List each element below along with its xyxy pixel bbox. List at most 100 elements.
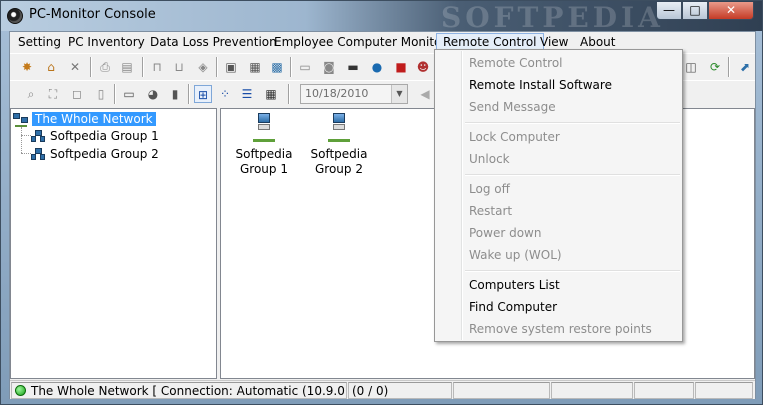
settings-icon[interactable]: ◫ [682, 58, 700, 76]
page-icon[interactable]: ▯ [92, 85, 110, 103]
refresh-icon[interactable]: ⟳ [706, 58, 724, 76]
close-button[interactable]: ✕ [708, 2, 754, 20]
tree-root[interactable]: The Whole Network [13, 111, 157, 128]
tree-item-label: Softpedia Group 1 [50, 129, 159, 143]
window-icon[interactable]: ▭ [296, 58, 314, 76]
tree-item-label: Softpedia Group 2 [50, 147, 159, 161]
zoom-icon[interactable]: ⌕ [22, 85, 40, 103]
monitor-icon[interactable]: ▩ [268, 58, 286, 76]
print-preview-icon[interactable]: ▤ [118, 58, 136, 76]
lock-icon[interactable]: ⊓ [148, 58, 166, 76]
menu-pc-inventory[interactable]: PC Inventory [62, 33, 151, 51]
add-computer-icon[interactable]: ⌂ [42, 58, 60, 76]
computer-group-icon[interactable]: ▣ [222, 58, 240, 76]
screen-icon[interactable]: ▬ [344, 58, 362, 76]
watermark: SOFTPEDIA [441, 1, 664, 34]
menu-item-restart[interactable]: Restart [437, 200, 681, 222]
toolbar-separator [90, 57, 92, 77]
group-label-line1: Softpedia [310, 147, 368, 161]
menu-item-unlock[interactable]: Unlock [437, 148, 681, 170]
toolbar-separator [288, 84, 290, 104]
menu-data-loss-prevention[interactable]: Data Loss Prevention [144, 33, 283, 51]
group-label-line2: Group 2 [315, 162, 363, 176]
menu-separator [465, 122, 680, 124]
computers-icon[interactable]: ▦ [246, 58, 264, 76]
minimize-button[interactable]: — [656, 2, 682, 20]
chevron-down-icon[interactable]: ▼ [391, 85, 407, 103]
menu-item-lock-computer[interactable]: Lock Computer [437, 126, 681, 148]
menu-item-log-off[interactable]: Log off [437, 178, 681, 200]
status-bar: The Whole Network [ Connection: Automati… [10, 380, 755, 399]
details-view-icon[interactable]: ▦ [262, 85, 280, 103]
network-tree[interactable]: The Whole Network Softpedia Group 1 Soft… [10, 108, 217, 379]
tree-connector [21, 127, 22, 153]
policy-icon[interactable]: ◈ [194, 58, 212, 76]
status-count: (0 / 0) [348, 382, 452, 399]
toolbar-separator [216, 57, 218, 77]
user-icon[interactable]: ☻ [414, 58, 432, 76]
app-logo-icon [7, 8, 23, 24]
toolbar-separator [114, 84, 116, 104]
computer-group-icon [249, 113, 279, 143]
date-picker[interactable]: 10/18/2010 ▼ [300, 84, 408, 104]
toolbar-separator [142, 57, 144, 77]
scan-network-icon[interactable]: ✸ [18, 58, 36, 76]
tree-item-group-2[interactable]: Softpedia Group 2 [31, 146, 159, 163]
menu-employee-computer-monitor[interactable]: Employee Computer Monitor [268, 33, 452, 51]
menu-item-power-down[interactable]: Power down [437, 222, 681, 244]
window-title: PC-Monitor Console [29, 7, 156, 22]
small-icons-view-icon[interactable]: ⁘ [216, 85, 234, 103]
group-icon [31, 129, 47, 144]
print-icon[interactable]: ⎙ [96, 58, 114, 76]
menu-setting[interactable]: Setting [12, 33, 67, 51]
menu-item-send-message[interactable]: Send Message [437, 96, 681, 118]
chart-pie-icon[interactable]: ◕ [144, 85, 162, 103]
status-connection-text: The Whole Network [ Connection: Automati… [31, 384, 346, 398]
menu-item-remote-control[interactable]: Remote Control [437, 52, 681, 74]
toolbar-separator [188, 84, 190, 104]
list-item-group-1[interactable]: Softpedia Group 1 [229, 113, 299, 177]
menu-separator [465, 174, 680, 176]
status-panel [551, 382, 633, 399]
list-item-group-2[interactable]: Softpedia Group 2 [304, 113, 374, 177]
menu-item-wake-up[interactable]: Wake up (WOL) [437, 244, 681, 266]
menu-item-remove-restore-points[interactable]: Remove system restore points [437, 318, 681, 340]
menu-item-find-computer[interactable]: Find Computer [437, 296, 681, 318]
menu-item-computers-list[interactable]: Computers List [437, 274, 681, 296]
tree-root-label: The Whole Network [31, 111, 157, 127]
connection-status-icon [15, 385, 26, 396]
fit-icon[interactable]: ⛶ [44, 85, 62, 103]
tree-connector [21, 153, 31, 154]
remote-control-menu: Remote Control Remote Install Software S… [434, 49, 683, 342]
status-connection: The Whole Network [ Connection: Automati… [11, 382, 347, 399]
delete-icon[interactable]: ✕ [66, 58, 84, 76]
title-bar[interactable]: PC-Monitor Console SOFTPEDIA — □ ✕ [1, 1, 762, 34]
status-panel [695, 382, 753, 399]
group-icon [31, 147, 47, 162]
toolbar-separator [728, 57, 730, 77]
menu-separator [465, 270, 680, 272]
date-value: 10/18/2010 [305, 87, 369, 100]
tree-item-group-1[interactable]: Softpedia Group 1 [31, 128, 159, 145]
keyboard-icon[interactable]: ▭ [120, 85, 138, 103]
list-view-icon[interactable]: ☰ [238, 85, 256, 103]
help-icon[interactable]: ⬈ [736, 58, 754, 76]
status-panel [453, 382, 550, 399]
expand-icon[interactable]: ◻ [68, 85, 86, 103]
alert-icon[interactable]: ■ [392, 58, 410, 76]
globe-icon[interactable]: ● [368, 58, 386, 76]
network-icon [13, 112, 29, 127]
group-label-line2: Group 1 [240, 162, 288, 176]
computer-group-icon [324, 113, 354, 143]
menu-item-remote-install-software[interactable]: Remote Install Software [437, 74, 681, 96]
maximize-button[interactable]: □ [682, 2, 708, 20]
group-label-line1: Softpedia [235, 147, 293, 161]
camera-icon[interactable]: ◙ [320, 58, 338, 76]
large-icons-view-icon[interactable]: ⊞ [194, 85, 212, 103]
chart-bar-icon[interactable]: ▮ [166, 85, 184, 103]
toolbar-separator [290, 57, 292, 77]
back-arrow-icon[interactable]: ◀ [416, 85, 434, 103]
tree-connector [21, 135, 31, 136]
status-panel [634, 382, 694, 399]
unlock-icon[interactable]: ⊔ [170, 58, 188, 76]
